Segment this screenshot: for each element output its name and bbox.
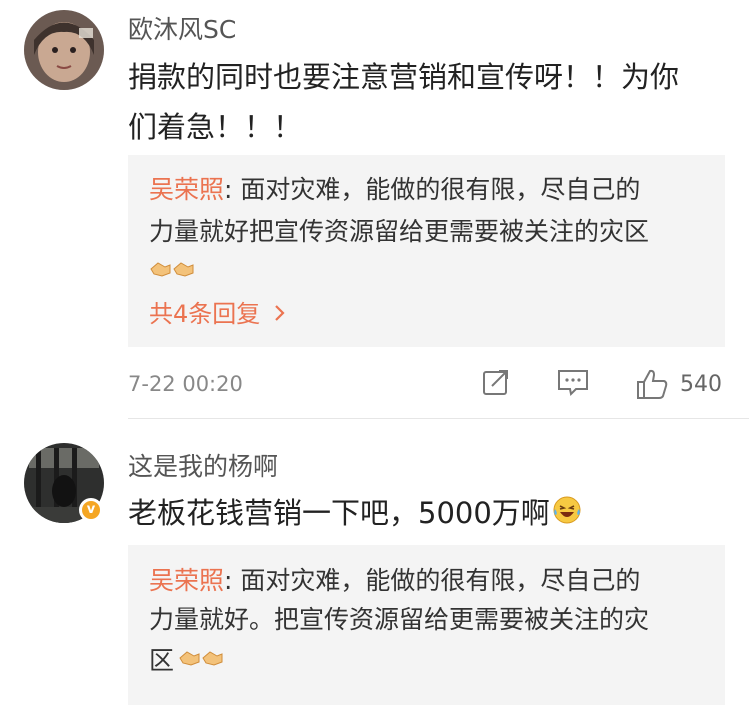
reply-line: 力量就好把宣传资源留给更需要被关注的灾区 — [149, 217, 650, 246]
username[interactable]: 这是我的杨啊 — [128, 447, 278, 483]
reply-author[interactable]: 吴荣照 — [149, 566, 224, 595]
laughing-tears-icon — [552, 490, 582, 540]
reply-line: 区 — [149, 644, 226, 679]
comment-text-line: 老板花钱营销一下吧，5000万啊 — [128, 496, 550, 530]
thumbs-up-icon — [634, 366, 670, 402]
reply-colon: : — [224, 566, 241, 595]
reply-line: 吴荣照: 面对灾难，能做的很有限，尽自己的 — [149, 564, 640, 598]
reply-line — [149, 255, 195, 290]
view-more-replies-link[interactable]: 共4条回复 — [149, 294, 286, 329]
comment-text-line: 们着急！！！ — [128, 110, 303, 144]
avatar[interactable] — [24, 10, 104, 90]
reply-text: 面对灾难，能做的很有限，尽自己的 — [240, 566, 641, 595]
reply-text: 面对灾难，能做的很有限，尽自己的 — [240, 175, 641, 204]
reply-line: 力量就好。把宣传资源留给更需要被关注的灾 — [149, 605, 650, 634]
divider — [128, 418, 749, 419]
reply-colon: : — [224, 175, 241, 204]
reply-line: 吴荣照: 面对灾难，能做的很有限，尽自己的 — [149, 173, 640, 207]
verified-badge: v — [79, 498, 103, 522]
reply-box[interactable]: 吴荣照: 面对灾难，能做的很有限，尽自己的 力量就好把宣传资源留给更需要被关注的… — [128, 155, 725, 347]
timestamp: 7-22 00:20 — [128, 372, 243, 396]
reply-text: 区 — [149, 646, 175, 675]
view-more-replies-label: 共4条回复 — [149, 300, 261, 328]
share-icon[interactable] — [480, 366, 512, 398]
username[interactable]: 欧沐风SC — [128, 10, 236, 46]
handshake-icon — [176, 645, 226, 679]
comment-meta: 7-22 00:20 540 — [128, 369, 725, 402]
handshake-icon — [149, 256, 195, 290]
like-count: 540 — [680, 372, 722, 397]
comment-text: 捐款的同时也要注意营销和宣传呀！！为你 们着急！！！ — [128, 52, 728, 152]
reply-box[interactable]: 吴荣照: 面对灾难，能做的很有限，尽自己的 力量就好。把宣传资源留给更需要被关注… — [128, 545, 725, 705]
chevron-right-icon — [274, 300, 286, 328]
comment-text: 老板花钱营销一下吧，5000万啊 — [128, 488, 728, 540]
comment-text-line: 捐款的同时也要注意营销和宣传呀！！为你 — [128, 60, 680, 94]
reply-author[interactable]: 吴荣照 — [149, 175, 224, 204]
comment-icon[interactable] — [556, 366, 590, 398]
